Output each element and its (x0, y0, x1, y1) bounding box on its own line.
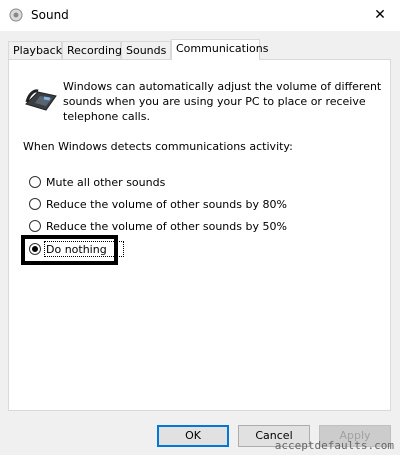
option-label: Do nothing (46, 243, 107, 256)
title-bar: Sound ✕ (0, 0, 400, 31)
window-title: Sound (31, 8, 69, 22)
tab-sounds[interactable]: Sounds (121, 41, 171, 59)
speaker-icon (9, 8, 23, 22)
section-label: When Windows detects communications acti… (23, 140, 293, 153)
radio-button[interactable] (29, 198, 41, 210)
tab-communications[interactable]: Communications (171, 39, 268, 60)
communications-panel: Windows can automatically adjust the vol… (8, 59, 391, 411)
tab-recording[interactable]: Recording (62, 41, 122, 59)
close-button[interactable]: ✕ (360, 0, 400, 31)
option-label: Reduce the volume of other sounds by 50% (46, 220, 287, 233)
intro-text: Windows can automatically adjust the vol… (63, 80, 382, 123)
watermark: acceptdefaults.com (274, 439, 394, 452)
telephone-icon (25, 89, 57, 111)
option-label: Reduce the volume of other sounds by 80% (46, 198, 287, 211)
close-icon: ✕ (374, 7, 386, 23)
radio-button[interactable] (29, 176, 41, 188)
option-label: Mute all other sounds (46, 176, 166, 189)
tab-playback[interactable]: Playback (8, 41, 62, 59)
radio-button-selected[interactable] (29, 243, 41, 255)
ok-button[interactable]: OK (157, 425, 229, 447)
radio-button[interactable] (29, 220, 41, 232)
